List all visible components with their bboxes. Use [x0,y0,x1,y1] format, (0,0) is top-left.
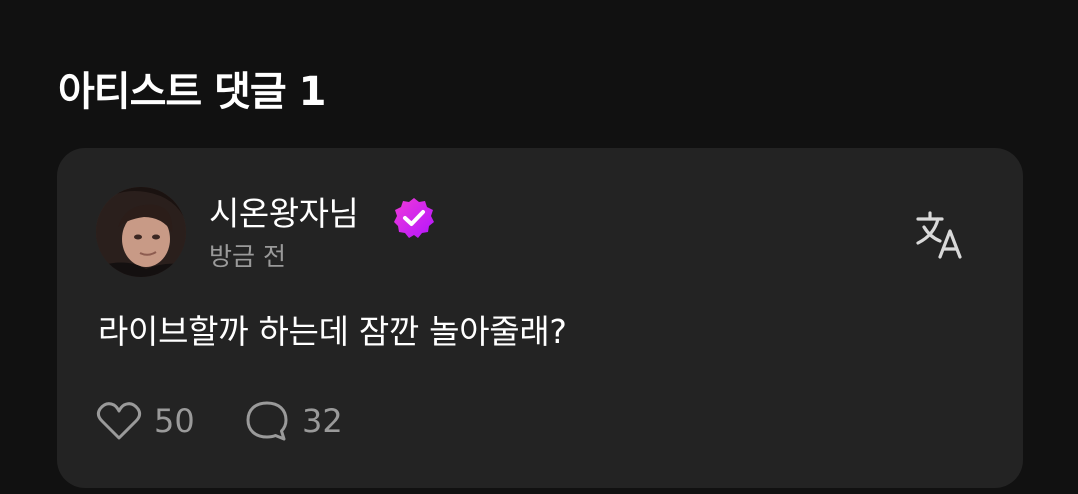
verified-badge-icon [394,198,434,238]
reply-button[interactable]: 32 [244,398,343,444]
avatar-photo-icon [96,187,186,277]
speech-bubble-icon [246,401,288,441]
translate-icon[interactable] [912,207,968,263]
like-button[interactable]: 50 [96,398,195,444]
avatar[interactable] [96,187,186,277]
artist-comments-page: 아티스트 댓글 1 시온왕자님 방금 전 라이브할까 하는데 잠깐 놀아줄래? … [0,0,1078,494]
section-title: 아티스트 댓글 1 [58,69,326,115]
like-count: 50 [154,402,195,440]
comment-timestamp: 방금 전 [209,242,286,271]
comment-text: 라이브할까 하는데 잠깐 놀아줄래? [98,312,567,351]
heart-icon [96,402,142,440]
reply-count: 32 [302,402,343,440]
comment-card[interactable]: 시온왕자님 방금 전 라이브할까 하는데 잠깐 놀아줄래? 50 32 [57,148,1023,488]
author-name[interactable]: 시온왕자님 [209,192,359,236]
